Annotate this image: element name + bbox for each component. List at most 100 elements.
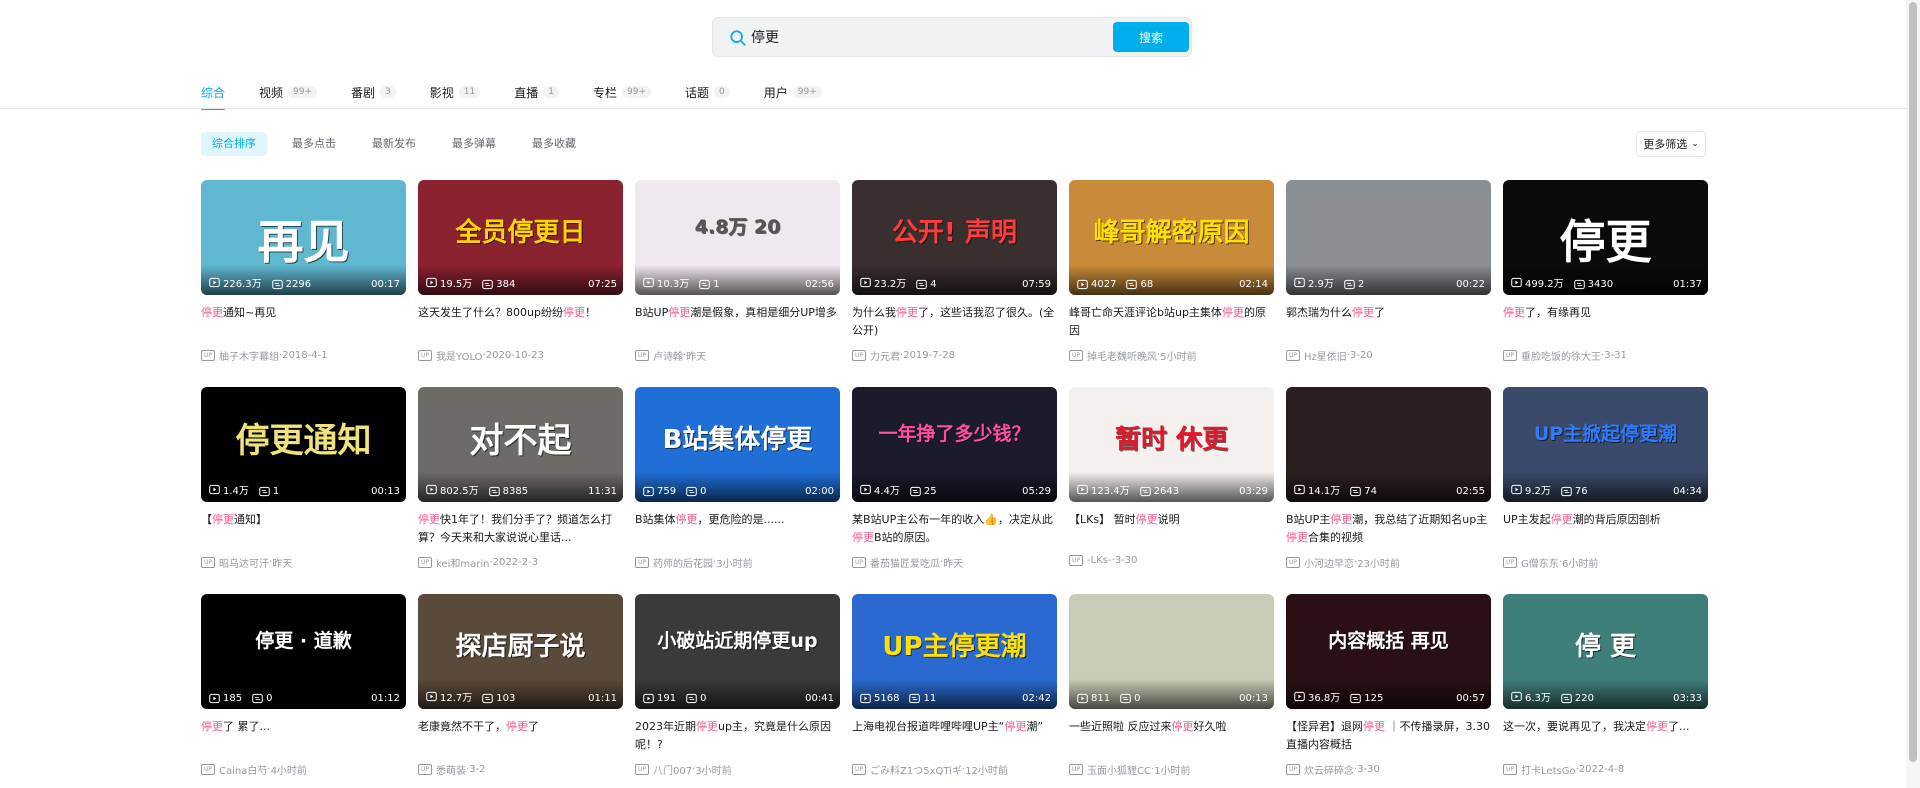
scrollbar-thumb[interactable] (1909, 2, 1917, 762)
video-card[interactable]: 内容概括 再见 36.8万 125 00:57 【怪异君】退网停更 ｜不传播录屏，3.3… (1286, 594, 1491, 788)
video-title[interactable]: 某B站UP主公布一年的收入👍，决定从此停更B站的原因。 (852, 511, 1057, 547)
video-card[interactable]: 4.8万 20 10.3万 1 02:56 B站UP停更潮是假象，真相是细分UP增多 UP… (635, 180, 840, 387)
video-thumbnail[interactable]: 一年挣了多少钱？ 4.4万 25 05:29 (852, 387, 1057, 502)
video-thumbnail[interactable]: UP主停更潮 5168 11 02:42 (852, 594, 1057, 709)
uploader-name[interactable]: 柚子木字幕组 (219, 348, 279, 363)
sort-option[interactable]: 最多弹幕 (441, 132, 507, 156)
video-thumbnail[interactable]: 暂时 休更 123.4万 2643 03:29 (1069, 387, 1274, 502)
video-title[interactable]: 峰哥亡命天涯评论b站up主集体停更的原因 (1069, 304, 1274, 340)
uploader-name[interactable]: 掉毛老魏听晚风 (1087, 348, 1157, 363)
video-title[interactable]: 为什么我停更了，这些话我忍了很久。(全公开) (852, 304, 1057, 340)
video-title[interactable]: 【停更通知】 (201, 511, 406, 547)
uploader-name[interactable]: 垂脸吃饭的徐大王 (1521, 348, 1601, 363)
video-thumbnail[interactable]: 峰哥解密原因 4027 68 02:14 (1069, 180, 1274, 295)
video-thumbnail[interactable]: 全员停更日 19.5万 384 07:25 (418, 180, 623, 295)
video-card[interactable]: 公开! 声明 23.2万 4 07:59 为什么我停更了，这些话我忍了很久。(全公开) U… (852, 180, 1057, 387)
video-title[interactable]: B站UP主停更潮，我总结了近期知名up主停更合集的视频 (1286, 511, 1491, 547)
video-title[interactable]: 郭杰瑞为什么停更了 (1286, 304, 1491, 340)
tab-2[interactable]: 番剧 3 (351, 80, 396, 104)
video-card[interactable]: 停 更 6.3万 220 03:33 这一次，要说再见了，我决定停更了... UP 打卡Le… (1503, 594, 1708, 788)
uploader-name[interactable]: Hz星依旧 (1304, 348, 1347, 363)
video-card[interactable]: 811 0 00:13 一些近照啦 反应过来停更好久啦 UP 玉面小狐貍CC · 1小时前 (1069, 594, 1274, 788)
video-title[interactable]: 这天发生了什么？800up纷纷停更！ (418, 304, 623, 340)
tab-6[interactable]: 话题 0 (685, 80, 730, 104)
uploader-name[interactable]: ごみ料Z1つ5xQTiギ (870, 762, 962, 777)
video-thumbnail[interactable]: 停更通知 1.4万 1 00:13 (201, 387, 406, 502)
video-thumbnail[interactable]: 小破站近期停更up 191 0 00:41 (635, 594, 840, 709)
video-thumbnail[interactable]: B站集体停更 759 0 02:00 (635, 387, 840, 502)
uploader-name[interactable]: 昭乌达可汗 (219, 555, 269, 570)
video-title[interactable]: 【怪异君】退网停更 ｜不传播录屏，3.30直播内容概括 (1286, 718, 1491, 754)
video-card[interactable]: 再见 226.3万 2296 00:17 停更通知~再见 UP 柚子木字幕组 · 2018-… (201, 180, 406, 387)
sort-option[interactable]: 最多点击 (281, 132, 347, 156)
sort-option[interactable]: 最多收藏 (521, 132, 587, 156)
video-title[interactable]: B站集体停更，更危险的是...... (635, 511, 840, 547)
video-title[interactable]: 2023年近期停更up主，究竟是什么原因呢！? (635, 718, 840, 754)
video-card[interactable]: 对不起 802.5万 8385 11:31 停更快1年了！我们分手了？频道怎么打算？今天… (418, 387, 623, 594)
uploader-name[interactable]: 药师的后花园 (653, 555, 713, 570)
uploader-name[interactable]: kei和marin (436, 555, 489, 570)
uploader-name[interactable]: 卢诗翰 (653, 348, 683, 363)
video-card[interactable]: 停更 · 道歉 185 0 01:12 停更了 累了... UP Caina白芍 · 4小时… (201, 594, 406, 788)
video-thumbnail[interactable]: 探店厨子说 12.7万 103 01:11 (418, 594, 623, 709)
video-thumbnail[interactable]: 对不起 802.5万 8385 11:31 (418, 387, 623, 502)
video-thumbnail[interactable]: 停更 499.2万 3430 01:37 (1503, 180, 1708, 295)
tab-0[interactable]: 综合 (201, 80, 226, 110)
video-thumbnail[interactable]: 内容概括 再见 36.8万 125 00:57 (1286, 594, 1491, 709)
video-card[interactable]: 暂时 休更 123.4万 2643 03:29 【LKs】 暂时停更说明 UP -LKs- … (1069, 387, 1274, 594)
video-card[interactable]: 一年挣了多少钱？ 4.4万 25 05:29 某B站UP主公布一年的收入👍，决定从此停更… (852, 387, 1057, 594)
video-thumbnail[interactable]: 4.8万 20 10.3万 1 02:56 (635, 180, 840, 295)
uploader-name[interactable]: 打卡LetsGo (1521, 762, 1576, 777)
video-card[interactable]: 小破站近期停更up 191 0 00:41 2023年近期停更up主，究竟是什么原因呢！… (635, 594, 840, 788)
tab-7[interactable]: 用户 99+ (764, 80, 822, 104)
uploader-name[interactable]: 力元君 (870, 348, 900, 363)
video-card[interactable]: 全员停更日 19.5万 384 07:25 这天发生了什么？800up纷纷停更！ UP 我是… (418, 180, 623, 387)
search-input[interactable] (751, 24, 1101, 50)
video-title[interactable]: 停更快1年了！我们分手了？频道怎么打算？今天来和大家说说心里话... (418, 511, 623, 547)
video-title[interactable]: 上海电视台报道哔哩哔哩UP主“停更潮” (852, 718, 1057, 754)
video-title[interactable]: UP主发起停更潮的背后原因剖析 (1503, 511, 1708, 547)
uploader-name[interactable]: 玉面小狐貍CC (1087, 762, 1151, 777)
video-thumbnail[interactable]: 再见 226.3万 2296 00:17 (201, 180, 406, 295)
uploader-name[interactable]: -LKs- (1087, 555, 1112, 566)
video-thumbnail[interactable]: 停更 · 道歉 185 0 01:12 (201, 594, 406, 709)
video-card[interactable]: B站集体停更 759 0 02:00 B站集体停更，更危险的是...... UP 药师的后花… (635, 387, 840, 594)
video-title[interactable]: 老康竟然不干了，停更了 (418, 718, 623, 754)
video-title[interactable]: 【LKs】 暂时停更说明 (1069, 511, 1274, 547)
video-thumbnail[interactable]: 停 更 6.3万 220 03:33 (1503, 594, 1708, 709)
uploader-name[interactable]: 我是YOLO (436, 348, 483, 363)
video-thumbnail[interactable]: 14.1万 74 02:55 (1286, 387, 1491, 502)
video-card[interactable]: 停更通知 1.4万 1 00:13 【停更通知】 UP 昭乌达可汗 · 昨天 (201, 387, 406, 594)
uploader-name[interactable]: G僧东东 (1521, 555, 1559, 570)
sort-option[interactable]: 最新发布 (361, 132, 427, 156)
video-title[interactable]: 停更了，有缘再见 (1503, 304, 1708, 340)
uploader-name[interactable]: 悉萌装 (436, 762, 466, 777)
search-button[interactable]: 搜索 (1113, 22, 1189, 52)
video-card[interactable]: 探店厨子说 12.7万 103 01:11 老康竟然不干了，停更了 UP 悉萌装 · 3-2 (418, 594, 623, 788)
uploader-name[interactable]: 八门007 (653, 762, 692, 777)
video-title[interactable]: 这一次，要说再见了，我决定停更了... (1503, 718, 1708, 754)
video-thumbnail[interactable]: 811 0 00:13 (1069, 594, 1274, 709)
video-title[interactable]: 一些近照啦 反应过来停更好久啦 (1069, 718, 1274, 754)
tab-3[interactable]: 影视 11 (430, 80, 481, 104)
video-title[interactable]: B站UP停更潮是假象，真相是细分UP增多 (635, 304, 840, 340)
video-thumbnail[interactable]: 2.9万 2 00:22 (1286, 180, 1491, 295)
video-card[interactable]: 14.1万 74 02:55 B站UP主停更潮，我总结了近期知名up主停更合集的视频 U… (1286, 387, 1491, 594)
uploader-name[interactable]: Caina白芍 (219, 762, 267, 777)
video-card[interactable]: UP主停更潮 5168 11 02:42 上海电视台报道哔哩哔哩UP主“停更潮” UP ごみ… (852, 594, 1057, 788)
uploader-name[interactable]: 炊云碎碎念 (1304, 762, 1354, 777)
uploader-name[interactable]: 小河边早恋 (1304, 555, 1354, 570)
video-title[interactable]: 停更通知~再见 (201, 304, 406, 340)
video-card[interactable]: UP主掀起停更潮 9.2万 76 04:34 UP主发起停更潮的背后原因剖析 UP G僧东东… (1503, 387, 1708, 594)
sort-option[interactable]: 综合排序 (201, 132, 267, 156)
tab-4[interactable]: 直播 1 (514, 80, 559, 104)
video-thumbnail[interactable]: UP主掀起停更潮 9.2万 76 04:34 (1503, 387, 1708, 502)
more-filter-button[interactable]: 更多筛选 ⌄ (1636, 131, 1706, 157)
video-card[interactable]: 2.9万 2 00:22 郭杰瑞为什么停更了 UP Hz星依旧 · 3-20 (1286, 180, 1491, 387)
video-title[interactable]: 停更了 累了... (201, 718, 406, 754)
video-thumbnail[interactable]: 公开! 声明 23.2万 4 07:59 (852, 180, 1057, 295)
tab-5[interactable]: 专栏 99+ (593, 80, 652, 104)
tab-1[interactable]: 视频 99+ (259, 80, 318, 104)
video-card[interactable]: 停更 499.2万 3430 01:37 停更了，有缘再见 UP 垂脸吃饭的徐大王 · 3-… (1503, 180, 1708, 387)
video-card[interactable]: 峰哥解密原因 4027 68 02:14 峰哥亡命天涯评论b站up主集体停更的原因 UP 掉… (1069, 180, 1274, 387)
